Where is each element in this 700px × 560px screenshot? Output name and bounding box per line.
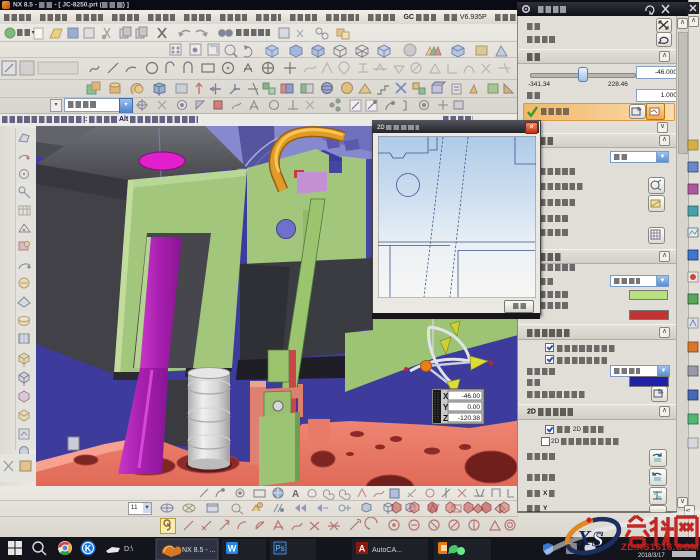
svg-text:S: S <box>592 527 604 551</box>
svg-text:A: A <box>292 489 299 500</box>
svg-text:K: K <box>85 544 92 554</box>
svg-text:Z: Z <box>443 414 448 423</box>
svg-text:X: X <box>443 392 449 401</box>
svg-text:0.00: 0.00 <box>467 404 480 411</box>
svg-text:NX 8.5 - ...: NX 8.5 - ... <box>182 547 216 554</box>
svg-text:A: A <box>359 544 366 554</box>
svg-text:X: X <box>576 526 592 550</box>
svg-text:Y: Y <box>443 403 449 412</box>
svg-text:2018/3/17: 2018/3/17 <box>638 553 665 559</box>
svg-text:D:\: D:\ <box>124 546 133 553</box>
svg-text:-46.00: -46.00 <box>462 393 481 400</box>
svg-text:W: W <box>228 544 237 554</box>
svg-text:AutoCA...: AutoCA... <box>372 547 402 554</box>
svg-text:Ps: Ps <box>275 544 284 553</box>
svg-text:-120.38: -120.38 <box>458 415 480 422</box>
